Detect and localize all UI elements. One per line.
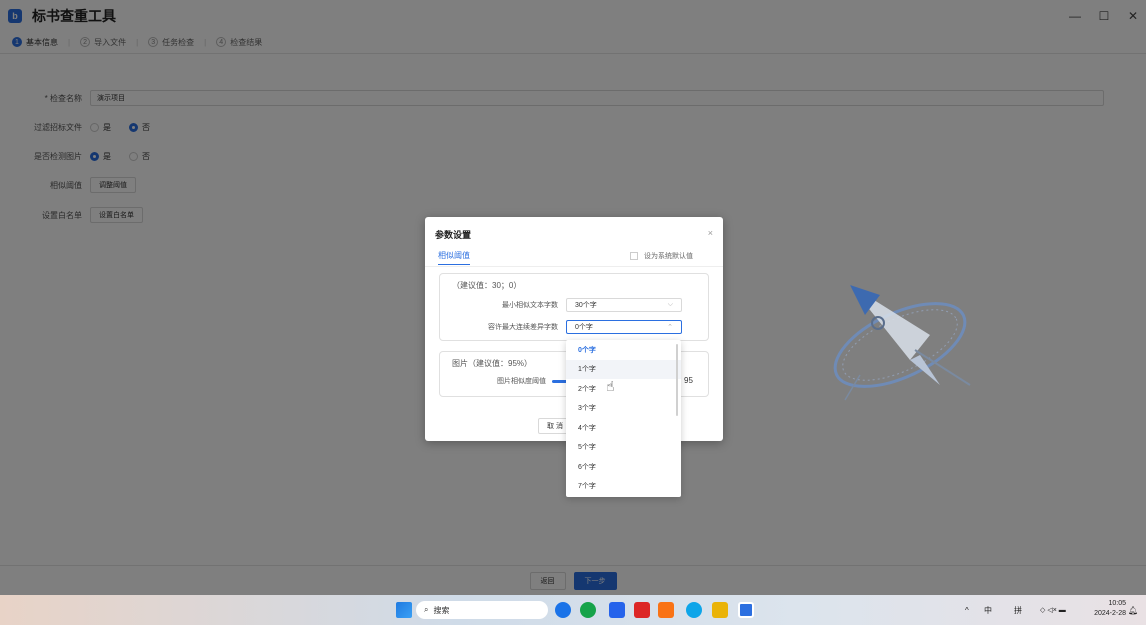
rocket-illustration [833,285,971,401]
dropdown-option[interactable]: 0个字 [566,340,681,360]
ime-chinese[interactable]: 中 [984,595,992,625]
dropdown-scrollbar[interactable] [676,344,678,416]
image-similarity-row: 图片相似度阈值 [440,374,546,388]
min-chars-label: 最小相似文本字数 [502,302,558,309]
dropdown-option[interactable]: 7个字 [566,477,681,497]
hand-cursor-icon: ☝ [606,378,615,394]
network-icon[interactable]: ◇ ◁× ▬ [1040,595,1066,625]
clock-time: 10:05 [1108,600,1126,607]
chevron-down-icon: ⌵ [667,301,673,308]
max-diff-label: 容许最大连续差异字数 [488,324,558,331]
bid-check-app-icon[interactable] [738,602,754,618]
dropdown-option[interactable]: 5个字 [566,438,681,458]
file-explorer-icon[interactable] [712,602,728,618]
image-section-title: 图片（建议值：95%） [452,359,533,368]
system-clock[interactable]: 10:05 2024-2-28 [1088,599,1126,619]
dropdown-list: 0个字 1个字 2个字 3个字 4个字 5个字 6个字 7个字 [566,340,681,496]
clock-date: 2024-2-28 [1094,610,1126,617]
chevron-up-icon: ⌃ [667,324,673,331]
checkbox-box [630,252,638,260]
tab-divider [425,266,723,267]
select-value: 0个字 [575,324,593,331]
max-diff-select[interactable]: 0个字 ⌃ [566,320,682,334]
dropdown-option[interactable]: 4个字 [566,418,681,438]
app-icon[interactable] [609,602,625,618]
taskbar-search[interactable]: ⌕ 搜索 [416,601,548,619]
image-similarity-label: 图片相似度阈值 [497,378,546,385]
min-chars-select[interactable]: 30个字 ⌵ [566,298,682,312]
dropdown-option[interactable]: 3个字 [566,399,681,419]
set-default-checkbox[interactable]: 设为系统默认值 [630,251,693,261]
search-placeholder: 搜索 [433,605,450,615]
dropdown-option[interactable]: 2个字 [566,379,681,399]
set-default-label: 设为系统默认值 [644,253,693,260]
close-icon[interactable]: × [708,228,713,238]
mail-icon[interactable] [658,602,674,618]
dropdown-option[interactable]: 6个字 [566,457,681,477]
edge-icon[interactable] [686,602,702,618]
modal-title: 参数设置 [435,230,472,240]
search-icon: ⌕ [424,605,429,614]
wps-icon[interactable] [634,602,650,618]
app-icon[interactable] [580,602,596,618]
browser-icon[interactable] [555,602,571,618]
taskbar: ⌕ 搜索 ^ 中 拼 ◇ ◁× ▬ 10:05 2024-2-28 🔔︎ [0,595,1146,625]
text-section-title: （建议值：30；0） [452,281,522,290]
max-diff-row: 容许最大连续差异字数 [440,320,558,334]
select-value: 30个字 [575,302,597,309]
dropdown-option[interactable]: 1个字 [566,359,681,379]
tray-chevron-icon[interactable]: ^ [965,595,969,625]
windows-start-icon[interactable] [396,602,412,618]
min-chars-row: 最小相似文本字数 [440,298,558,312]
image-similarity-value: 95 [684,376,693,385]
text-threshold-section: （建议值：30；0） 最小相似文本字数 30个字 ⌵ 容许最大连续差异字数 0个… [439,273,709,341]
tab-similarity-threshold[interactable]: 相似阈值 [438,250,470,265]
notification-bell-icon[interactable]: 🔔︎ [1128,595,1138,625]
max-diff-dropdown: 0个字 1个字 2个字 3个字 4个字 5个字 6个字 7个字 [566,340,681,497]
ime-pinyin[interactable]: 拼 [1014,595,1022,625]
